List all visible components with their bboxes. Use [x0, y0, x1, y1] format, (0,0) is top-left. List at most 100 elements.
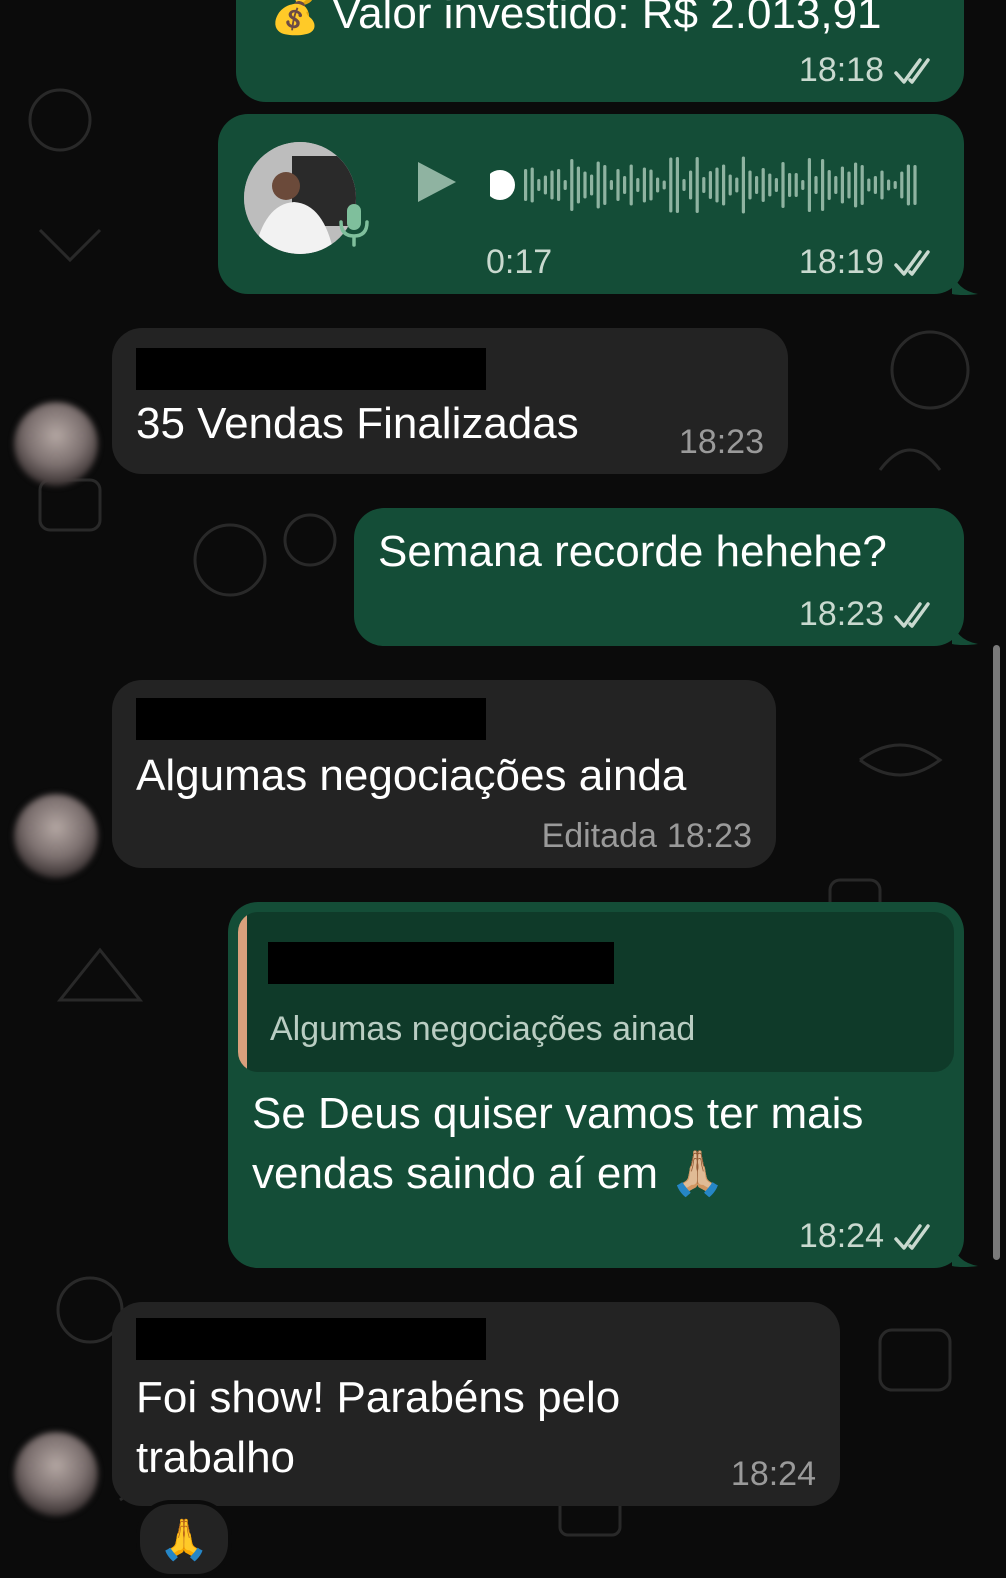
waveform-bar [761, 168, 765, 202]
waveform-bar [860, 165, 864, 205]
message-meta: 18:19 [799, 243, 938, 282]
message-time: 18:23 [678, 423, 764, 461]
message-meta: Editada 18:23 [542, 817, 752, 856]
waveform-bar [649, 169, 653, 201]
message-time: 18:18 [798, 51, 884, 89]
waveform-bar [603, 165, 607, 205]
waveform-bar [774, 178, 778, 192]
waveform-bar [623, 176, 627, 194]
waveform-bar [543, 175, 547, 195]
bubble-tail [952, 1242, 978, 1267]
message-text: 35 Vendas Finalizadas [136, 399, 579, 448]
waveform-bar [530, 167, 534, 203]
waveform-bar [735, 177, 739, 193]
waveform-bar [768, 173, 772, 197]
reply-message-bubble[interactable]: Algumas negociações ainad Se Deus quiser… [228, 902, 964, 1268]
waveform-bar [867, 178, 871, 192]
waveform-bar [854, 162, 858, 208]
waveform-bar [781, 162, 785, 208]
voice-waveform[interactable] [490, 150, 930, 220]
quoted-message[interactable]: Algumas negociações ainad [238, 912, 954, 1072]
waveform-bar [590, 174, 594, 196]
message-text: Algumas negociações ainda [136, 751, 687, 800]
waveform-bar [715, 167, 719, 203]
message-text: Semana recorde hehehe? [378, 527, 887, 576]
redacted-sender-name [136, 348, 486, 390]
waveform-bar [682, 179, 686, 191]
waveform-bar [906, 164, 910, 206]
double-check-icon [894, 601, 930, 628]
message-meta: 18:18 [799, 51, 938, 90]
money-bag-icon: 💰 [270, 0, 320, 36]
waveform-bar [728, 174, 732, 196]
waveform-bar [570, 159, 574, 211]
waveform-bar [834, 176, 838, 194]
waveform-bar [722, 164, 726, 206]
waveform-bar [788, 173, 792, 197]
waveform-bar [748, 170, 752, 200]
message-text-line-2: vendas saindo aí em 🙏🏼 [252, 1149, 726, 1198]
microphone-icon [339, 204, 369, 247]
message-text-line-2: trabalho [136, 1433, 296, 1482]
playback-position-dot [490, 170, 515, 200]
message-bubble-outgoing[interactable]: 💰 Valor investido: R$ 2.013,91 18:18 [236, 0, 964, 102]
message-meta: 18:24 [799, 1217, 938, 1256]
waveform-bar [675, 157, 679, 213]
message-text-line-1: Foi show! Parabéns pelo [136, 1373, 621, 1422]
waveform-bar [596, 161, 600, 209]
waveform-bar [576, 166, 580, 204]
message-time: 18:24 [730, 1455, 816, 1493]
reaction-badge[interactable]: 🙏 [136, 1500, 232, 1578]
message-bubble-incoming[interactable]: Foi show! Parabéns pelo trabalho 18:24 [112, 1302, 840, 1506]
waveform-bar [840, 166, 844, 204]
message-bubble-incoming[interactable]: 35 Vendas Finalizadas 18:23 [112, 328, 788, 474]
waveform-bar [893, 181, 897, 189]
voice-message-bubble[interactable]: 0:17 18:19 [218, 114, 964, 294]
waveform-bar [550, 170, 554, 200]
double-check-icon [894, 57, 930, 84]
waveform-bar [807, 158, 811, 212]
waveform-bar [583, 171, 587, 199]
waveform-bar [880, 170, 884, 200]
message-text: Valor investido: R$ 2.013,91 [332, 0, 882, 38]
message-time: 18:23 [666, 817, 752, 855]
waveform-bar [708, 171, 712, 199]
message-time: 18:19 [798, 243, 884, 281]
waveform-bar [642, 167, 646, 203]
message-bubble-incoming[interactable]: Algumas negociações ainda Editada 18:23 [112, 680, 776, 868]
waveform-bar [537, 179, 541, 191]
play-icon[interactable] [416, 160, 458, 204]
waveform-bar [702, 177, 706, 193]
sender-avatar[interactable] [14, 794, 98, 878]
bubble-tail [952, 620, 978, 645]
waveform-bar [741, 156, 745, 214]
redacted-sender-name [136, 1318, 486, 1360]
waveform-bar [557, 169, 561, 201]
message-time: 18:24 [798, 1217, 884, 1255]
waveform-bar [801, 180, 805, 190]
double-check-icon [894, 249, 930, 276]
scrollbar[interactable] [993, 645, 1000, 1260]
waveform-bar [524, 169, 528, 201]
sender-avatar[interactable] [14, 402, 98, 486]
waveform-bar [636, 178, 640, 192]
waveform-bar [629, 164, 633, 206]
message-text-line-1: Se Deus quiser vamos ter mais [252, 1089, 864, 1138]
waveform-bar [827, 170, 831, 200]
waveform-bar [563, 180, 567, 190]
waveform-bar [900, 171, 904, 199]
edited-label: Editada [541, 817, 657, 855]
quoted-text: Algumas negociações ainad [270, 1010, 696, 1048]
waveform-bar [821, 159, 825, 211]
waveform-bar [616, 169, 620, 201]
waveform-bar [913, 165, 917, 205]
waveform-bar [887, 179, 891, 191]
message-meta: 18:23 [799, 595, 938, 634]
waveform-bar [662, 180, 666, 190]
waveform-bar [873, 176, 877, 194]
waveform-bar [847, 171, 851, 199]
sender-avatar[interactable] [14, 1432, 98, 1516]
message-time: 18:23 [798, 595, 884, 633]
message-bubble-outgoing[interactable]: Semana recorde hehehe? 18:23 [354, 508, 964, 646]
waveform-bar [669, 157, 673, 213]
